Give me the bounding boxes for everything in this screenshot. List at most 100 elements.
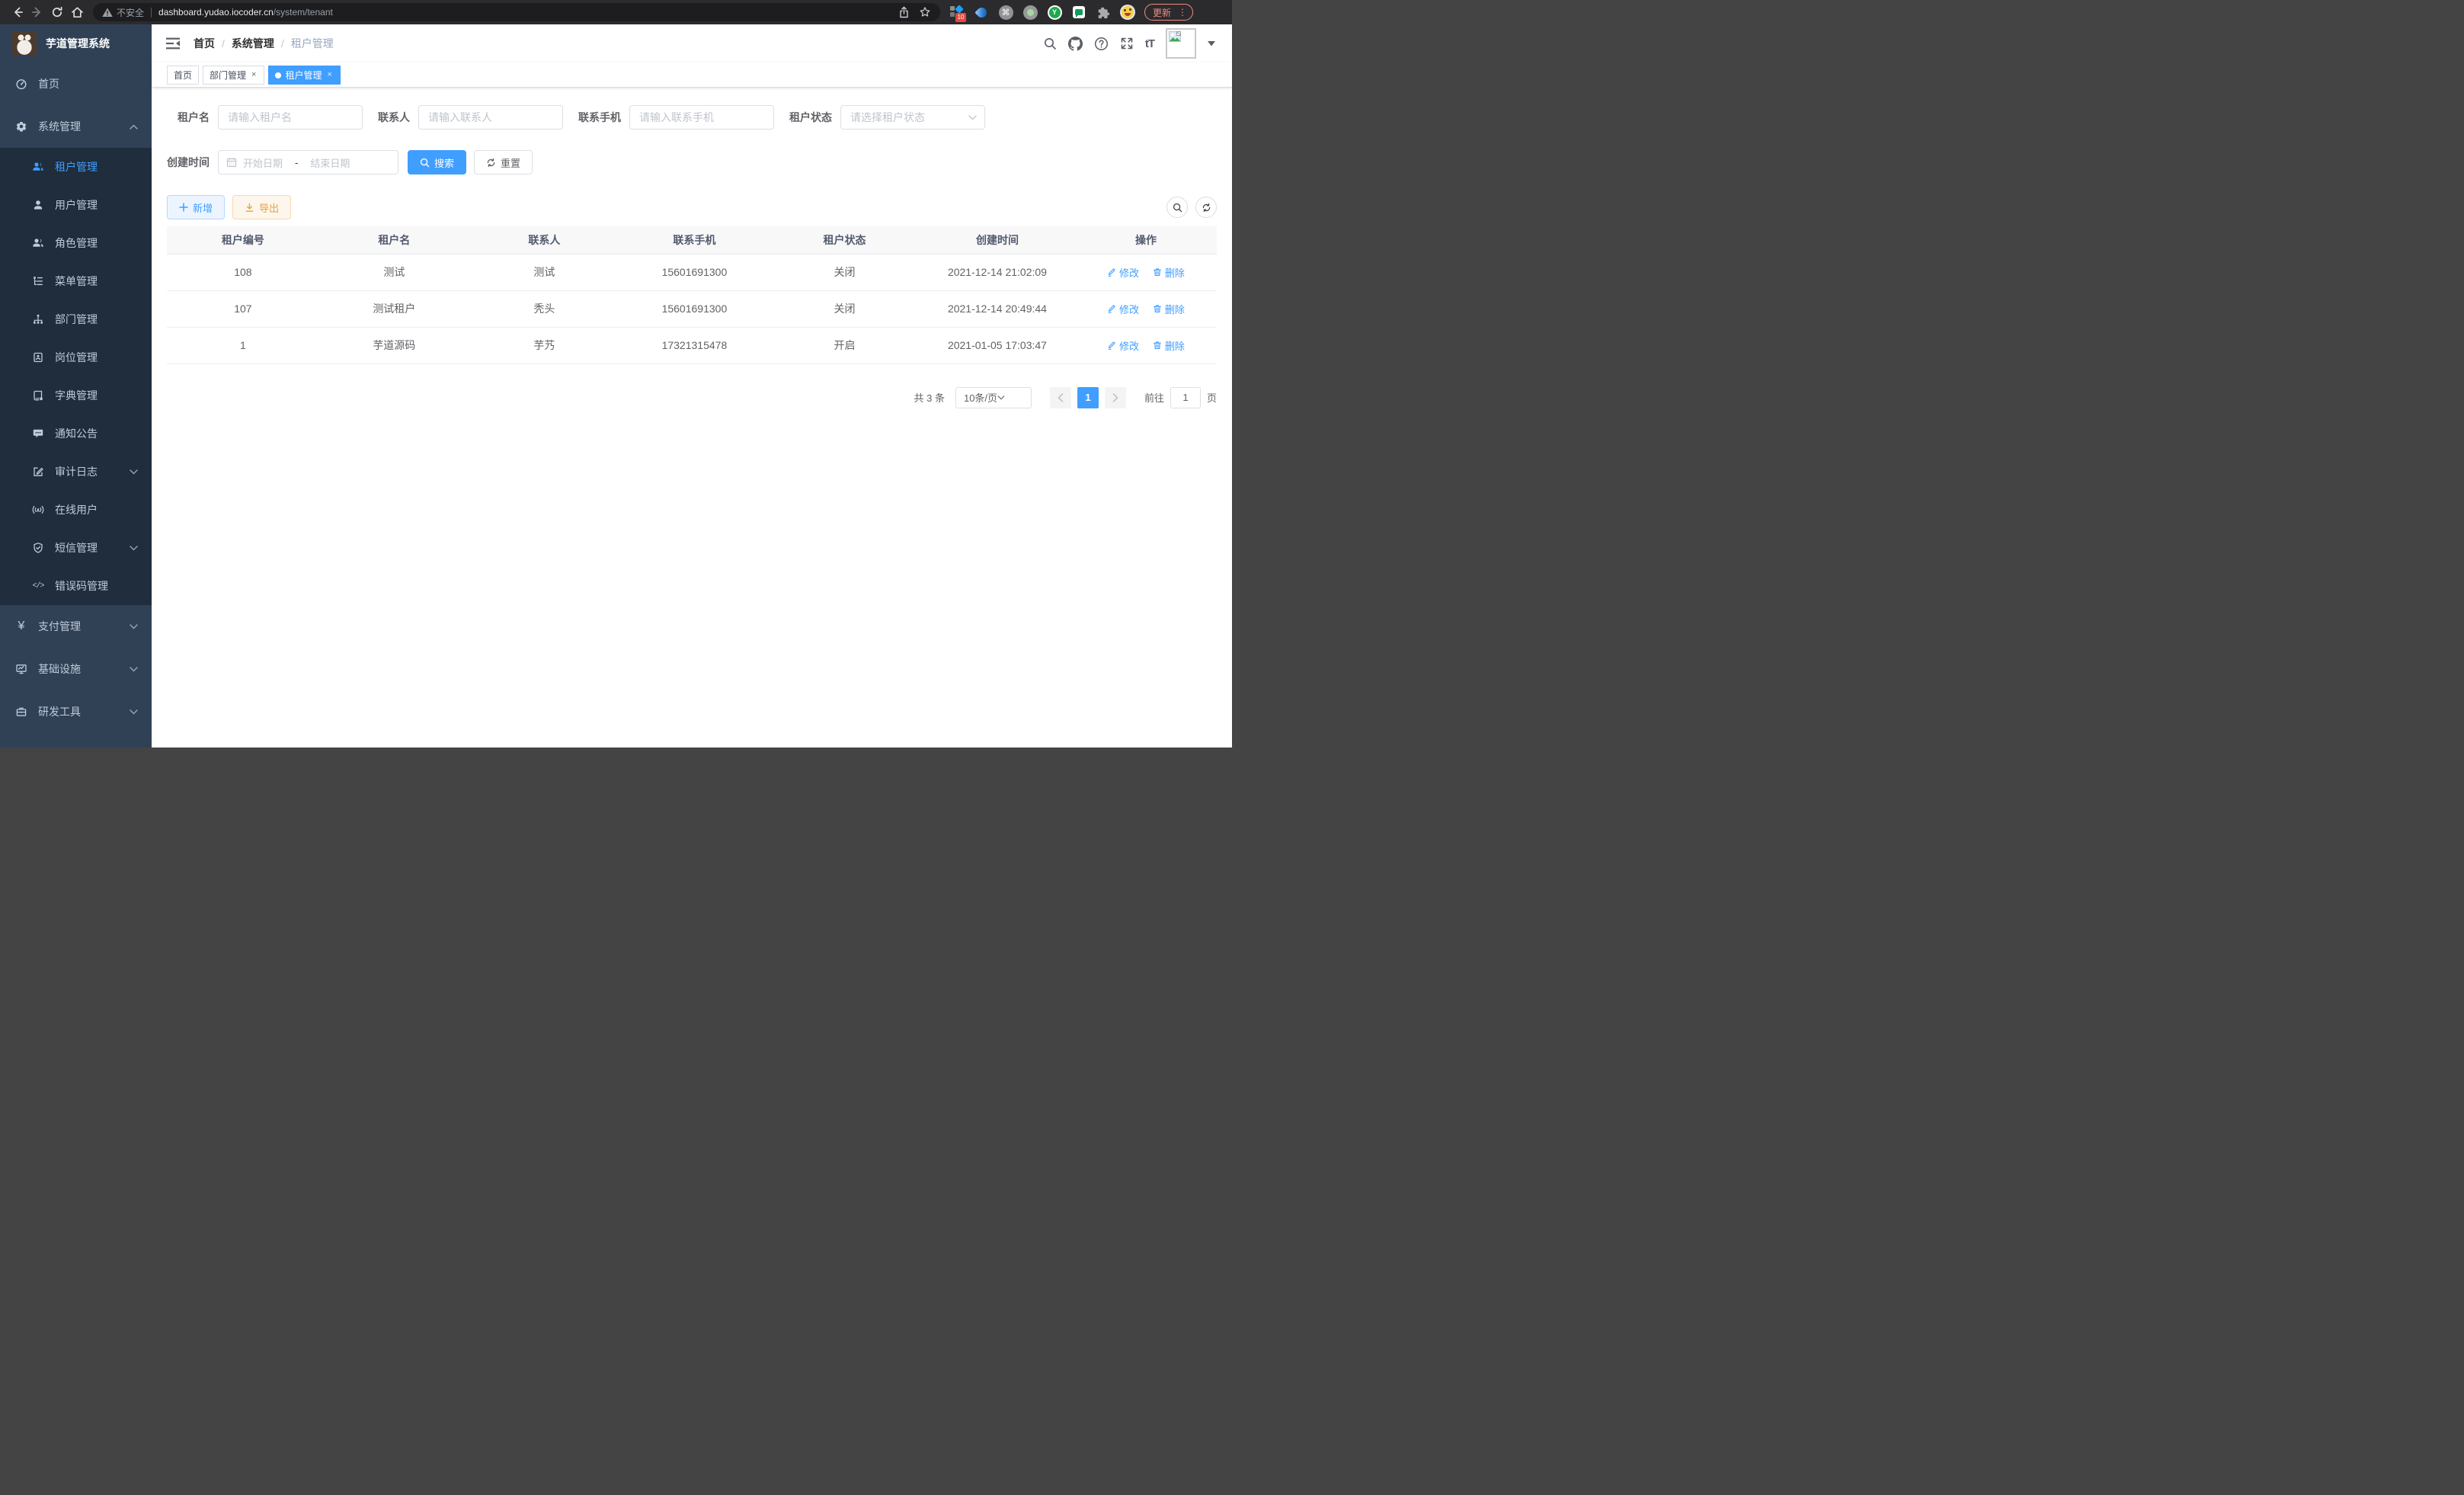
extension-chat-icon[interactable] xyxy=(1071,5,1086,20)
edit-link[interactable]: 修改 xyxy=(1107,338,1139,353)
extension-command-icon[interactable]: ⌘ xyxy=(998,5,1013,20)
chevron-down-icon xyxy=(130,469,138,475)
sidebar-item-home[interactable]: 首页 xyxy=(0,62,152,105)
edit-link[interactable]: 修改 xyxy=(1107,265,1139,280)
chevron-down-icon xyxy=(130,624,138,629)
date-range-picker[interactable]: 开始日期 - 结束日期 xyxy=(218,150,398,174)
profile-avatar-icon[interactable] xyxy=(1120,5,1135,20)
extensions-puzzle-icon[interactable] xyxy=(1096,5,1111,20)
sidebar-item-tenant-mgmt[interactable]: 租户管理 xyxy=(0,148,152,186)
reset-button[interactable]: 重置 xyxy=(474,150,533,174)
table-header-row: 租户编号 租户名 联系人 联系手机 租户状态 创建时间 操作 xyxy=(167,226,1217,254)
avatar-caret-icon[interactable] xyxy=(1208,41,1215,46)
extension-kite-icon[interactable] xyxy=(974,5,989,20)
sidebar-item-dept-mgmt[interactable]: 部门管理 xyxy=(0,300,152,338)
fullscreen-icon[interactable] xyxy=(1120,37,1134,50)
edit-link[interactable]: 修改 xyxy=(1107,302,1139,316)
sidebar-item-label: 角色管理 xyxy=(55,235,138,251)
close-icon[interactable]: × xyxy=(250,70,258,80)
sidebar-collapse-icon[interactable] xyxy=(163,34,183,53)
avatar[interactable] xyxy=(1166,28,1196,59)
home-icon[interactable] xyxy=(67,2,87,22)
goto-page-input[interactable] xyxy=(1170,387,1201,408)
extension-tampermonkey-icon[interactable]: 10 xyxy=(949,5,965,20)
sidebar-item-pay-mgmt[interactable]: ¥ 支付管理 xyxy=(0,605,152,648)
back-icon[interactable] xyxy=(8,2,27,22)
sidebar-item-online-users[interactable]: 在线用户 xyxy=(0,491,152,529)
cell-name: 芋道源码 xyxy=(319,327,469,363)
share-icon[interactable] xyxy=(898,6,910,18)
extension-gray-dot-icon[interactable] xyxy=(1022,5,1038,20)
goto-label: 前往 xyxy=(1144,390,1164,405)
github-icon[interactable] xyxy=(1068,37,1083,51)
breadcrumb-home[interactable]: 首页 xyxy=(194,36,215,51)
sidebar-item-post-mgmt[interactable]: 岗位管理 xyxy=(0,338,152,376)
sidebar-item-notice[interactable]: 通知公告 xyxy=(0,415,152,453)
font-size-icon[interactable]: tT xyxy=(1145,37,1154,50)
prev-page-button[interactable] xyxy=(1050,387,1071,408)
sidebar-item-dev-tools[interactable]: 研发工具 xyxy=(0,690,152,733)
breadcrumb-system[interactable]: 系统管理 xyxy=(232,36,274,51)
sidebar-item-role-mgmt[interactable]: 角色管理 xyxy=(0,224,152,262)
sidebar-item-menu-mgmt[interactable]: 菜单管理 xyxy=(0,262,152,300)
pagination: 共 3 条 10条/页 1 前往 xyxy=(167,387,1217,408)
tenant-name-input[interactable] xyxy=(218,105,363,130)
tab-home[interactable]: 首页 xyxy=(167,66,199,85)
delete-link[interactable]: 删除 xyxy=(1153,302,1185,316)
status-select[interactable]: 请选择租户状态 xyxy=(840,105,985,130)
mobile-input[interactable] xyxy=(629,105,774,130)
forward-icon[interactable] xyxy=(27,2,47,22)
table-toolbar: 新增 导出 xyxy=(167,195,1217,219)
sidebar-item-infra[interactable]: 基础设施 xyxy=(0,648,152,690)
org-chart-icon xyxy=(32,313,44,325)
browser-update-button[interactable]: 更新 ⋮ xyxy=(1144,4,1193,21)
add-button[interactable]: 新增 xyxy=(167,195,225,219)
delete-link[interactable]: 删除 xyxy=(1153,265,1185,280)
bookmark-star-icon[interactable] xyxy=(919,6,931,18)
sidebar-item-error-code-mgmt[interactable]: </> 错误码管理 xyxy=(0,567,152,605)
tags-view-bar: 首页 部门管理 × 租户管理 × xyxy=(152,62,1232,88)
browser-menu-icon[interactable]: ⋮ xyxy=(1176,7,1189,18)
page-number-button[interactable]: 1 xyxy=(1077,387,1099,408)
url-divider xyxy=(151,8,152,18)
dashboard-icon xyxy=(15,78,27,90)
export-button[interactable]: 导出 xyxy=(232,195,291,219)
search-button[interactable]: 搜索 xyxy=(408,150,466,174)
system-submenu: 租户管理 用户管理 角色管理 xyxy=(0,148,152,605)
next-page-button[interactable] xyxy=(1105,387,1126,408)
sidebar-item-dict-mgmt[interactable]: 字典管理 xyxy=(0,376,152,415)
breadcrumb-separator: / xyxy=(222,37,225,50)
extension-y-icon[interactable]: Y xyxy=(1047,5,1062,20)
page-size-select[interactable]: 10条/页 xyxy=(955,387,1032,408)
sidebar-item-system-mgmt[interactable]: 系统管理 xyxy=(0,105,152,148)
cell-contact: 芋艿 xyxy=(469,327,619,363)
delete-link[interactable]: 删除 xyxy=(1153,338,1185,353)
help-icon[interactable] xyxy=(1094,37,1109,51)
status-placeholder: 请选择租户状态 xyxy=(850,110,968,125)
sidebar-item-audit-log[interactable]: 审计日志 xyxy=(0,453,152,491)
tab-tenant-mgmt[interactable]: 租户管理 × xyxy=(268,66,340,85)
page-content: 租户名 联系人 联系手机 租户状态 请选择租户状态 xyxy=(152,88,1232,748)
sidebar-item-sms-mgmt[interactable]: 短信管理 xyxy=(0,529,152,567)
logo[interactable]: 芋道管理系统 xyxy=(0,24,152,62)
sidebar-item-user-mgmt[interactable]: 用户管理 xyxy=(0,186,152,224)
sidebar-item-label: 支付管理 xyxy=(38,619,130,634)
tab-label: 首页 xyxy=(174,69,192,82)
show-search-icon[interactable] xyxy=(1166,197,1188,218)
tenant-users-icon xyxy=(32,161,44,173)
address-bar[interactable]: 不安全 dashboard.yudao.iocoder.cn/system/te… xyxy=(93,3,940,21)
reload-icon[interactable] xyxy=(47,2,67,22)
calendar-icon xyxy=(226,157,237,168)
contact-input[interactable] xyxy=(418,105,563,130)
sidebar-item-label: 研发工具 xyxy=(38,704,130,719)
tenant-name-label: 租户名 xyxy=(167,110,218,125)
update-label: 更新 xyxy=(1153,6,1171,19)
header-search-icon[interactable] xyxy=(1043,37,1057,50)
cell-status: 关闭 xyxy=(770,254,920,290)
refresh-icon[interactable] xyxy=(1195,197,1217,218)
close-icon[interactable]: × xyxy=(325,70,333,80)
chevron-down-icon xyxy=(968,115,977,120)
dictionary-icon xyxy=(32,389,44,402)
sidebar-item-label: 菜单管理 xyxy=(55,274,138,289)
tab-dept-mgmt[interactable]: 部门管理 × xyxy=(203,66,264,85)
